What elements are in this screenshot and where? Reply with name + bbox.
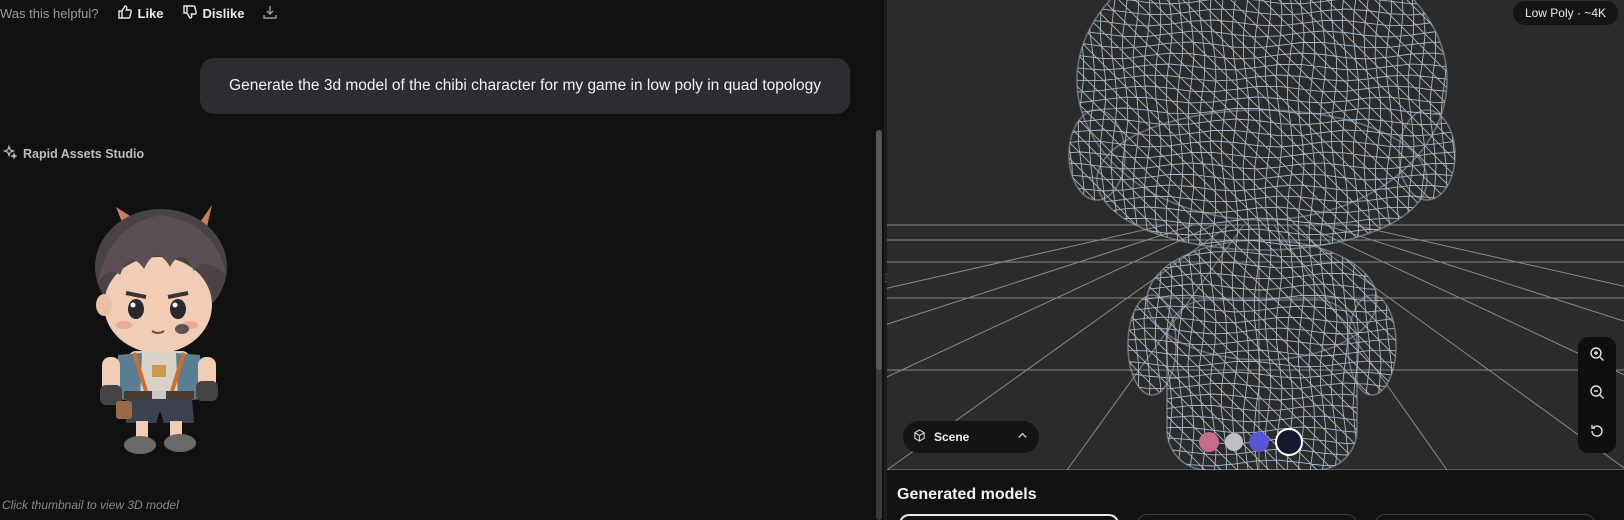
model-thumbnail[interactable] [86, 205, 236, 460]
generated-models-title: Generated models [897, 486, 1037, 503]
wire-edges [1069, 0, 1455, 470]
generated-model-card[interactable] [1375, 514, 1595, 520]
poly-count-badge: Low Poly · ~4K [1512, 1, 1618, 25]
feedback-bar: Was this helpful? Like Dislike [0, 3, 278, 23]
download-icon [262, 5, 278, 23]
zoom-out-button[interactable] [1582, 380, 1612, 410]
material-switcher [1199, 428, 1303, 456]
zoom-in-icon [1589, 346, 1605, 367]
dislike-button[interactable]: Dislike [182, 4, 245, 23]
assistant-header: Rapid Assets Studio [2, 144, 145, 162]
sparkle-icon [2, 144, 18, 162]
reset-view-button[interactable] [1582, 419, 1612, 449]
download-button[interactable] [262, 4, 278, 23]
scene-dropdown[interactable]: Scene [903, 421, 1039, 453]
chevron-up-icon [1016, 429, 1029, 445]
scene-label: Scene [934, 430, 970, 444]
feedback-question: Was this helpful? [0, 5, 99, 21]
app-root: Was this helpful? Like Dislike Generate … [0, 0, 1624, 520]
zoom-in-button[interactable] [1582, 341, 1612, 371]
reset-icon [1589, 423, 1605, 444]
chat-scrollbar-thumb[interactable] [876, 130, 882, 370]
chat-pane: Was this helpful? Like Dislike Generate … [0, 0, 884, 520]
thumbnail-hint: Click thumbnail to view 3D model [2, 498, 179, 512]
generated-models-panel: Generated models [887, 470, 1624, 520]
wireframe-material-swatch[interactable] [1275, 428, 1303, 456]
color-material-swatch[interactable] [1199, 432, 1219, 452]
like-label: Like [137, 5, 164, 21]
dislike-label: Dislike [202, 5, 245, 21]
user-message-bubble: Generate the 3d model of the chibi chara… [200, 58, 850, 114]
generated-model-card[interactable] [899, 514, 1119, 520]
viewer-canvas[interactable] [887, 0, 1624, 470]
normal-material-swatch[interactable] [1249, 432, 1269, 452]
wireframe-model [1068, 0, 1456, 470]
chibi-character-image [95, 205, 227, 454]
assistant-name: Rapid Assets Studio [23, 146, 145, 161]
thumbs-down-icon [182, 4, 198, 23]
generated-model-card[interactable] [1137, 514, 1357, 520]
thumbs-up-icon [117, 4, 133, 23]
wireframe-mesh [1069, 0, 1455, 470]
model-viewer[interactable]: Low Poly · ~4K Scene [887, 0, 1624, 470]
like-button[interactable]: Like [117, 4, 164, 23]
zoom-controls [1578, 337, 1616, 453]
clay-material-swatch[interactable] [1225, 433, 1243, 451]
zoom-out-icon [1589, 384, 1605, 405]
user-message-text: Generate the 3d model of the chibi chara… [229, 77, 821, 94]
cube-icon [913, 429, 926, 445]
